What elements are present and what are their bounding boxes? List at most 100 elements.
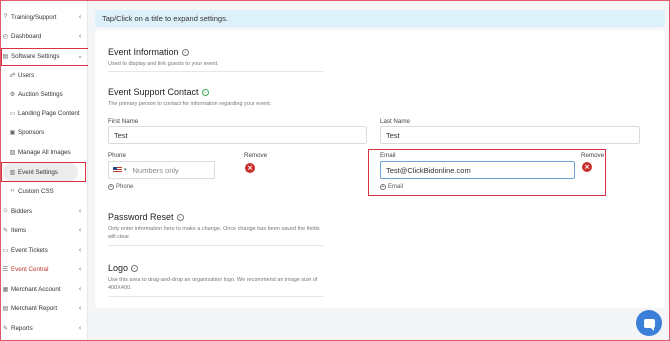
chevron-left-icon[interactable]: ‹: [74, 13, 86, 21]
section-event-information[interactable]: Event Information ⌄: [108, 47, 189, 57]
last-name-label: Last Name: [380, 118, 410, 125]
sidebar-item-label: Merchant Report: [11, 304, 58, 312]
event-central-icon: ☰: [2, 266, 9, 273]
image-icon: ▨: [9, 149, 16, 156]
chat-launcher-button[interactable]: [636, 310, 662, 336]
section-logo[interactable]: Logo ⌄: [108, 263, 139, 273]
remove-email-button[interactable]: ×: [582, 162, 592, 172]
sidebar-item-label: Landing Page Content: [18, 109, 80, 117]
phone-input[interactable]: ▾ Numbers only: [108, 161, 215, 179]
chevron-left-icon[interactable]: ‹: [74, 32, 86, 40]
help-circle-icon: ?: [3, 14, 8, 20]
sidebar-item-bidders[interactable]: ☺ Bidders ‹: [0, 203, 86, 219]
section-title: Logo: [108, 263, 129, 273]
section-password-reset[interactable]: Password Reset ⌄: [108, 212, 184, 222]
plus-icon: +: [108, 184, 114, 190]
sidebar-item-manage-all-images[interactable]: ▨ Manage All Images: [0, 144, 86, 160]
settings-card: Event Information ⌄ Used to display and …: [95, 30, 665, 308]
merchant-icon: ▦: [2, 286, 9, 293]
sidebar-item-label: Auction Settings: [18, 90, 63, 98]
section-description: The primary person to contact for inform…: [108, 101, 272, 107]
chevron-left-icon[interactable]: ‹: [74, 324, 86, 332]
phone-remove-label: Remove: [244, 152, 268, 159]
add-email-label: Email: [388, 184, 404, 190]
sidebar-item-label: Training/Support: [11, 13, 57, 21]
sidebar-item-items[interactable]: ✎ Items ‹: [0, 222, 86, 238]
remove-phone-button[interactable]: ×: [245, 163, 255, 173]
email-remove-label: Remove: [581, 152, 605, 159]
plus-icon: +: [380, 184, 386, 190]
chat-bubble-icon: [643, 318, 655, 331]
section-description: Used to display and link guests to your …: [108, 61, 219, 67]
sidebar-item-label: Manage All Images: [18, 148, 71, 156]
collapse-caret-icon: ⌄: [181, 48, 189, 56]
add-email-link[interactable]: + Email: [380, 184, 403, 190]
chevron-left-icon[interactable]: ‹: [74, 207, 86, 215]
sidebar-item-label: Reports: [11, 324, 33, 332]
email-label: Email: [380, 152, 396, 159]
sidebar-item-label: Bidders: [11, 207, 32, 215]
sidebar-item-reports[interactable]: ✎ Reports ‹: [0, 320, 86, 336]
items-icon: ✎: [2, 227, 9, 234]
sidebar-item-label: Sponsors: [18, 128, 45, 136]
sidebar-item-event-tickets[interactable]: ▭ Event Tickets ‹: [0, 242, 86, 258]
add-phone-link[interactable]: + Phone: [108, 184, 133, 190]
event-settings-icon: ▥: [9, 169, 16, 176]
sidebar-item-landing-page-content[interactable]: ▭ Landing Page Content: [0, 105, 86, 121]
last-name-input[interactable]: Test: [380, 126, 640, 144]
bidders-icon: ☺: [2, 208, 9, 214]
sidebar-item-users[interactable]: ☍ Users: [0, 67, 86, 83]
sidebar: ? Training/Support ‹ ◴ Dashboard ‹ ▤ Software S…: [0, 0, 92, 341]
chevron-left-icon[interactable]: ‹: [74, 304, 86, 312]
section-title: Password Reset: [108, 212, 174, 222]
report-icon: ▤: [2, 305, 9, 312]
chevron-left-icon[interactable]: ‹: [74, 226, 86, 234]
sidebar-item-dashboard[interactable]: ◴ Dashboard ‹: [0, 28, 86, 44]
first-name-label: First Name: [108, 118, 139, 125]
section-divider: [108, 296, 323, 297]
info-banner: Tap/Click on a title to expand settings.: [95, 10, 665, 27]
sidebar-item-event-settings[interactable]: ▥ Event Settings: [0, 164, 86, 180]
country-dropdown-caret-icon[interactable]: ▾: [124, 167, 127, 173]
sidebar-item-label: Software Settings: [11, 52, 60, 60]
chevron-left-icon[interactable]: ‹: [74, 265, 86, 273]
phone-placeholder: Numbers only: [132, 165, 179, 175]
sidebar-item-label: Event Tickets: [11, 246, 48, 254]
section-divider: [108, 245, 323, 246]
chevron-left-icon[interactable]: ‹: [74, 246, 86, 254]
section-divider: [108, 71, 323, 72]
section-event-support-contact[interactable]: Event Support Contact ⌄: [108, 87, 209, 97]
sidebar-item-training-support[interactable]: ? Training/Support ‹: [0, 9, 86, 25]
add-phone-label: Phone: [116, 184, 134, 190]
sidebar-item-label: Merchant Account: [11, 285, 61, 293]
sidebar-item-event-central[interactable]: ☰ Event Central ‹: [0, 261, 86, 277]
expanded-caret-icon: ⌄: [201, 88, 209, 96]
sidebar-item-auction-settings[interactable]: ⚙ Auction Settings: [0, 86, 86, 102]
sidebar-item-label: Users: [18, 71, 35, 79]
sidebar-item-label: Custom CSS: [18, 187, 54, 195]
sidebar-item-software-settings[interactable]: ▤ Software Settings ⌄: [0, 48, 86, 64]
collapse-caret-icon: ⌄: [176, 213, 184, 221]
sidebar-item-custom-css[interactable]: ‹› Custom CSS: [0, 183, 86, 199]
first-name-input[interactable]: Test: [108, 126, 367, 144]
phone-label: Phone: [108, 152, 126, 159]
email-input[interactable]: Test@ClickBidonline.com: [380, 161, 575, 179]
sidebar-item-sponsors[interactable]: ▣ Sponsors: [0, 124, 86, 140]
sidebar-item-label: Dashboard: [11, 32, 42, 40]
sidebar-item-label: Event Settings: [18, 168, 58, 176]
reports-icon: ✎: [2, 325, 9, 332]
section-description: Use this area to drag-and-drop an organi…: [108, 277, 318, 291]
page-icon: ▭: [9, 110, 16, 117]
us-flag-icon[interactable]: [113, 167, 122, 173]
collapse-caret-icon: ⌄: [131, 264, 139, 272]
gear-icon: ⚙: [9, 91, 16, 98]
chevron-left-icon[interactable]: ‹: [74, 285, 86, 293]
settings-icon: ▤: [2, 53, 9, 60]
sponsors-icon: ▣: [9, 129, 16, 136]
sidebar-item-label: Items: [11, 226, 27, 234]
section-title: Event Support Contact: [108, 87, 199, 97]
chevron-down-icon[interactable]: ⌄: [74, 52, 86, 60]
sidebar-item-merchant-account[interactable]: ▦ Merchant Account ‹: [0, 281, 86, 297]
sidebar-item-label: Event Central: [11, 265, 49, 273]
sidebar-item-merchant-report[interactable]: ▤ Merchant Report ‹: [0, 300, 86, 316]
